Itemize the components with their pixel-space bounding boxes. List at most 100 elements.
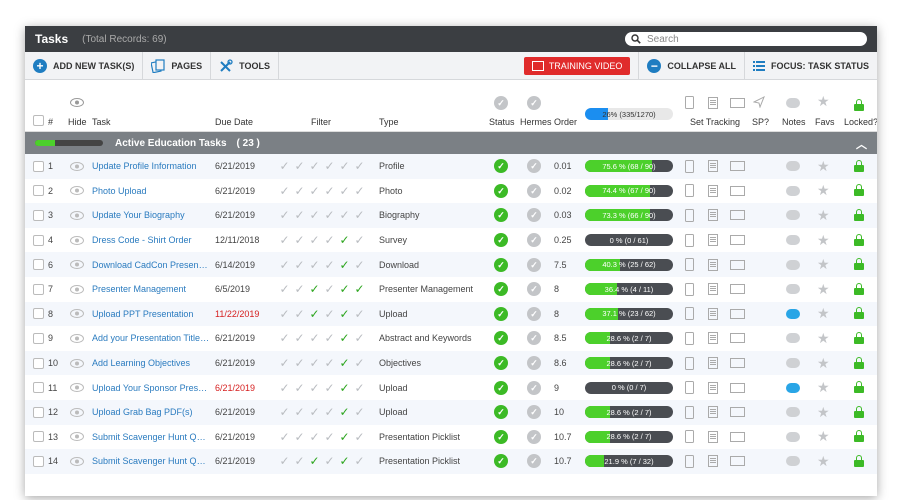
filter-check-icon[interactable]: ✓: [307, 184, 322, 198]
filter-check-icon[interactable]: ✓: [337, 208, 352, 222]
task-link[interactable]: Submit Scavenger Hunt Question: [92, 456, 210, 466]
status-check-icon[interactable]: ✓: [494, 454, 508, 469]
filter-check-icon[interactable]: ✓: [292, 282, 307, 296]
hermes-check-icon[interactable]: ✓: [527, 233, 541, 248]
row-checkbox[interactable]: [33, 455, 44, 467]
phone-icon[interactable]: [685, 184, 694, 198]
filter-check-icon[interactable]: ✓: [277, 381, 292, 395]
lock-icon[interactable]: [854, 381, 864, 394]
phone-icon[interactable]: [685, 307, 694, 321]
screen-icon[interactable]: [730, 259, 745, 270]
filter-check-icon[interactable]: ✓: [322, 184, 337, 198]
filter-check-icon[interactable]: ✓: [277, 405, 292, 419]
filter-check-icon[interactable]: ✓: [352, 282, 367, 296]
document-icon[interactable]: [708, 430, 718, 443]
filter-check-icon[interactable]: ✓: [292, 405, 307, 419]
notes-icon[interactable]: [786, 358, 800, 369]
star-icon[interactable]: ★: [817, 330, 830, 347]
hermes-check-icon[interactable]: ✓: [527, 356, 541, 371]
notes-icon[interactable]: [786, 333, 800, 344]
training-video-button[interactable]: TRAINING VIDEO: [523, 56, 631, 75]
status-check-icon[interactable]: ✓: [494, 356, 508, 371]
col-hermes[interactable]: Hermes: [520, 117, 552, 127]
filter-check-icon[interactable]: ✓: [277, 454, 292, 468]
status-check-icon[interactable]: ✓: [494, 183, 508, 198]
document-icon[interactable]: [708, 258, 718, 271]
row-checkbox[interactable]: [33, 406, 44, 418]
hermes-check-icon[interactable]: ✓: [527, 208, 541, 223]
lock-icon[interactable]: [854, 405, 864, 418]
filter-check-icon[interactable]: ✓: [322, 233, 337, 247]
eye-icon[interactable]: [70, 260, 84, 270]
lock-icon[interactable]: [854, 430, 864, 443]
status-check-icon[interactable]: ✓: [494, 405, 508, 420]
eye-icon[interactable]: [70, 284, 84, 294]
filter-check-icon[interactable]: ✓: [322, 331, 337, 345]
lock-icon[interactable]: [854, 159, 864, 172]
filter-check-icon[interactable]: ✓: [307, 405, 322, 419]
task-link[interactable]: Upload PPT Presentation: [92, 309, 210, 319]
hermes-check-icon[interactable]: ✓: [527, 380, 541, 395]
filter-check-icon[interactable]: ✓: [277, 208, 292, 222]
status-check-icon[interactable]: ✓: [494, 380, 508, 395]
hermes-check-icon[interactable]: ✓: [527, 454, 541, 469]
task-link[interactable]: Update Your Biography: [92, 210, 210, 220]
filter-check-icon[interactable]: ✓: [337, 331, 352, 345]
col-status[interactable]: Status: [489, 117, 515, 127]
row-checkbox[interactable]: [33, 308, 44, 320]
filter-check-icon[interactable]: ✓: [352, 233, 367, 247]
screen-icon[interactable]: [730, 358, 745, 369]
eye-icon[interactable]: [70, 383, 84, 393]
screen-icon[interactable]: [730, 456, 745, 467]
status-check-icon[interactable]: ✓: [494, 282, 508, 297]
filter-check-icon[interactable]: ✓: [307, 159, 322, 173]
task-link[interactable]: Upload Grab Bag PDF(s): [92, 407, 210, 417]
document-icon[interactable]: [708, 332, 718, 345]
row-checkbox[interactable]: [33, 209, 44, 221]
star-icon[interactable]: ★: [817, 207, 830, 224]
chevron-up-icon[interactable]: ︿: [856, 136, 867, 152]
task-link[interactable]: Add Learning Objectives: [92, 358, 210, 368]
star-icon[interactable]: ★: [817, 232, 830, 249]
phone-icon[interactable]: [685, 356, 694, 370]
screen-icon[interactable]: [730, 308, 745, 319]
filter-check-icon[interactable]: ✓: [292, 258, 307, 272]
filter-check-icon[interactable]: ✓: [307, 430, 322, 444]
filter-check-icon[interactable]: ✓: [307, 381, 322, 395]
star-icon[interactable]: ★: [817, 355, 830, 372]
status-check-icon[interactable]: ✓: [494, 331, 508, 346]
filter-check-icon[interactable]: ✓: [337, 233, 352, 247]
group-header-active-education[interactable]: Active Education Tasks ( 23 ) ︿: [25, 132, 877, 154]
filter-check-icon[interactable]: ✓: [277, 430, 292, 444]
notes-icon[interactable]: [786, 210, 800, 221]
phone-icon[interactable]: [685, 331, 694, 345]
filter-check-icon[interactable]: ✓: [277, 331, 292, 345]
filter-check-icon[interactable]: ✓: [307, 258, 322, 272]
row-checkbox[interactable]: [33, 283, 44, 295]
task-link[interactable]: Dress Code - Shirt Order: [92, 235, 210, 245]
filter-check-icon[interactable]: ✓: [277, 356, 292, 370]
filter-check-icon[interactable]: ✓: [292, 381, 307, 395]
collapse-all-button[interactable]: − COLLAPSE ALL: [638, 52, 745, 79]
filter-check-icon[interactable]: ✓: [277, 233, 292, 247]
document-icon[interactable]: [708, 455, 718, 468]
task-link[interactable]: Download CadCon Presentation: [92, 260, 210, 270]
col-type[interactable]: Type: [379, 117, 399, 127]
notes-icon[interactable]: [786, 259, 800, 270]
screen-icon[interactable]: [730, 161, 745, 172]
screen-icon[interactable]: [730, 210, 745, 221]
filter-check-icon[interactable]: ✓: [337, 282, 352, 296]
eye-icon[interactable]: [70, 210, 84, 220]
star-icon[interactable]: ★: [817, 158, 830, 175]
phone-icon[interactable]: [685, 159, 694, 173]
screen-icon[interactable]: [730, 382, 745, 393]
filter-check-icon[interactable]: ✓: [337, 307, 352, 321]
hermes-check-icon[interactable]: ✓: [527, 183, 541, 198]
notes-icon[interactable]: [786, 431, 800, 442]
filter-check-icon[interactable]: ✓: [352, 208, 367, 222]
star-icon[interactable]: ★: [817, 453, 830, 470]
document-icon[interactable]: [708, 406, 718, 419]
hermes-check-icon[interactable]: ✓: [527, 159, 541, 174]
row-checkbox[interactable]: [33, 431, 44, 443]
pages-button[interactable]: PAGES: [143, 52, 212, 79]
